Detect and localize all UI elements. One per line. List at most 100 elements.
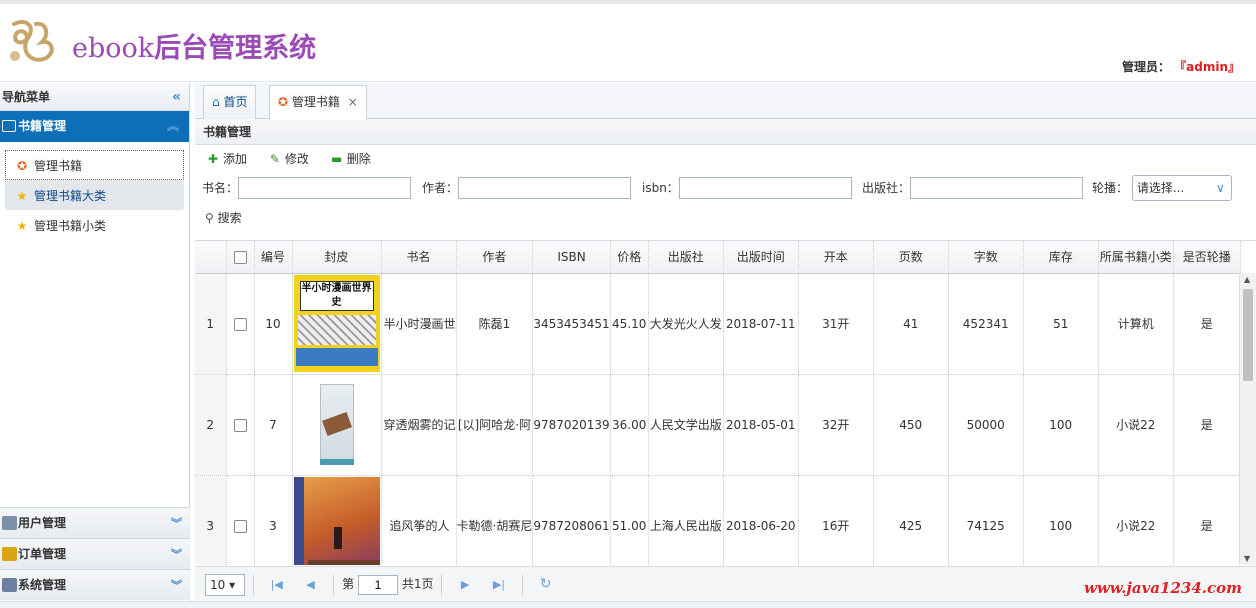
cell-author: 陈磊1: [456, 273, 534, 375]
scroll-down-icon[interactable]: ▼: [1244, 554, 1250, 563]
table-row[interactable]: 1 10 半小时漫画世界史 半小时漫画世 陈磊1 3453453451 45.1…: [195, 273, 1241, 375]
cell-author: [以]阿哈龙·阿: [456, 374, 534, 476]
page-size-value: 10: [210, 577, 226, 592]
panel-label: 用户管理: [18, 516, 67, 530]
prev-page-icon[interactable]: ◀: [299, 568, 321, 602]
chevron-down-icon[interactable]: ︾: [171, 570, 182, 601]
cell-carousel: 是: [1173, 374, 1241, 476]
header-pages[interactable]: 页数: [873, 241, 949, 274]
pagination: 10 ▾ |◀ ◀ 第 共1页 ▶ ▶| ↻ www.java1234.com: [195, 566, 1256, 600]
publisher-label: 出版社：: [862, 181, 911, 195]
chevron-up-icon[interactable]: ︽: [167, 111, 179, 142]
panel-user-management[interactable]: 用户管理 ︾: [0, 507, 190, 538]
table-row[interactable]: 3 3 追风筝的人 卡勒德·胡赛尼 9787208061 51.00 上海人民出…: [195, 475, 1241, 565]
tab-label: 首页: [223, 95, 248, 109]
cell-name: 追风筝的人: [381, 475, 457, 565]
tab-bar: ⌂ 首页 ✪ 管理书籍 ×: [195, 83, 1256, 120]
header-carousel[interactable]: 是否轮播: [1173, 241, 1241, 274]
scrollbar-thumb[interactable]: [1243, 289, 1253, 381]
edit-button[interactable]: ✎ 修改: [267, 145, 309, 173]
header-author[interactable]: 作者: [456, 241, 534, 274]
panel-book-management[interactable]: 书籍管理 ︽: [0, 111, 189, 142]
scroll-up-icon[interactable]: ▲: [1244, 275, 1250, 284]
row-number: 1: [195, 273, 227, 375]
minus-icon: ▬: [331, 152, 343, 166]
cell-id: 7: [254, 374, 293, 476]
cell-words: 452341: [948, 273, 1024, 375]
table-row[interactable]: 2 7 穿透烟雾的记 [以]阿哈龙·阿 9787020139 36.00 人民文…: [195, 374, 1241, 476]
isbn-input[interactable]: [678, 177, 852, 199]
header-publisher[interactable]: 出版社: [648, 241, 724, 274]
name-input[interactable]: [238, 177, 412, 199]
next-page-icon[interactable]: ▶: [454, 568, 476, 602]
vertical-scrollbar[interactable]: ▲ ▼: [1239, 273, 1256, 565]
header-isbn[interactable]: ISBN: [532, 241, 611, 274]
admin-info: 管理员： 『admin』: [1122, 58, 1240, 75]
header-words[interactable]: 字数: [948, 241, 1024, 274]
watermark: www.java1234.com: [1083, 579, 1242, 597]
cell-words: 50000: [948, 374, 1024, 476]
header-cover[interactable]: 封皮: [292, 241, 382, 274]
sidebar-item-manage-categories[interactable]: ★ 管理书籍大类: [5, 180, 184, 210]
cell-stock: 100: [1023, 475, 1099, 565]
pager-separator: [521, 574, 523, 595]
isbn-label: isbn：: [642, 181, 679, 195]
row-checkbox-cell[interactable]: [226, 374, 255, 476]
header-name[interactable]: 书名: [381, 241, 457, 274]
cell-stock: 51: [1023, 273, 1099, 375]
row-checkbox-cell[interactable]: [226, 475, 255, 565]
search-button[interactable]: ⚲ 搜索: [205, 211, 242, 225]
page-size-select[interactable]: 10 ▾: [205, 573, 245, 596]
carousel-select[interactable]: 请选择... ∨: [1131, 175, 1232, 201]
row-number: 2: [195, 374, 227, 476]
header-category[interactable]: 所属书籍小类: [1098, 241, 1174, 274]
header-price[interactable]: 价格: [610, 241, 649, 274]
header-stock[interactable]: 库存: [1023, 241, 1099, 274]
row-checkbox-cell[interactable]: [226, 273, 255, 375]
delete-button[interactable]: ▬ 删除: [329, 145, 371, 173]
medal-icon: ✪: [278, 95, 289, 109]
cover-title: 半小时漫画世界史: [299, 281, 374, 311]
tab-manage-books[interactable]: ✪ 管理书籍 ×: [269, 85, 367, 120]
last-page-icon[interactable]: ▶|: [488, 568, 510, 602]
collapse-icon[interactable]: «: [172, 83, 181, 111]
row-checkbox[interactable]: [233, 418, 247, 432]
close-icon[interactable]: ×: [348, 95, 358, 109]
header-id[interactable]: 编号: [254, 241, 293, 274]
header-format[interactable]: 开本: [798, 241, 874, 274]
panel-system-management[interactable]: 系统管理 ︾: [0, 569, 190, 600]
pager-separator: [441, 574, 443, 595]
author-input[interactable]: [458, 177, 632, 199]
row-checkbox[interactable]: [233, 519, 247, 533]
add-button[interactable]: ✚ 添加: [205, 145, 247, 173]
cell-stock: 100: [1023, 374, 1099, 476]
header-rownum: [195, 241, 227, 274]
tab-home[interactable]: ⌂ 首页: [203, 85, 257, 119]
chevron-down-icon[interactable]: ︾: [171, 508, 182, 539]
panel-label: 书籍管理: [18, 119, 67, 133]
select-all-checkbox[interactable]: [233, 250, 247, 264]
panel-order-management[interactable]: 订单管理 ︾: [0, 538, 190, 569]
cell-price: 36.00: [610, 374, 649, 476]
refresh-icon[interactable]: ↻: [535, 567, 557, 601]
sidebar-item-label: 管理书籍大类: [34, 189, 107, 203]
cell-carousel: 是: [1173, 475, 1241, 565]
bottom-bar: [0, 601, 1256, 608]
book-table: 编号 封皮 书名 作者 ISBN 价格 出版社 出版时间 开本 页数 字数 库存…: [195, 240, 1256, 565]
sidebar-menu: ✪ 管理书籍 ★ 管理书籍大类 ★ 管理书籍小类: [0, 142, 189, 248]
sidebar-item-manage-books[interactable]: ✪ 管理书籍: [5, 150, 184, 180]
header-checkbox[interactable]: [226, 241, 255, 274]
chevron-down-icon[interactable]: ︾: [171, 539, 182, 570]
row-checkbox[interactable]: [233, 317, 247, 331]
cell-format: 31开: [798, 273, 874, 375]
search-name-group: 书名：: [202, 177, 412, 199]
publisher-input[interactable]: [910, 177, 1084, 199]
header-date[interactable]: 出版时间: [723, 241, 799, 274]
first-page-icon[interactable]: |◀: [266, 568, 288, 602]
star-icon: ★: [16, 219, 28, 233]
sidebar-item-manage-subcategories[interactable]: ★ 管理书籍小类: [5, 210, 184, 240]
cell-date: 2018-05-01: [723, 374, 799, 476]
cell-price: 51.00: [610, 475, 649, 565]
page-number-input[interactable]: [357, 574, 398, 595]
order-icon: [2, 547, 17, 561]
